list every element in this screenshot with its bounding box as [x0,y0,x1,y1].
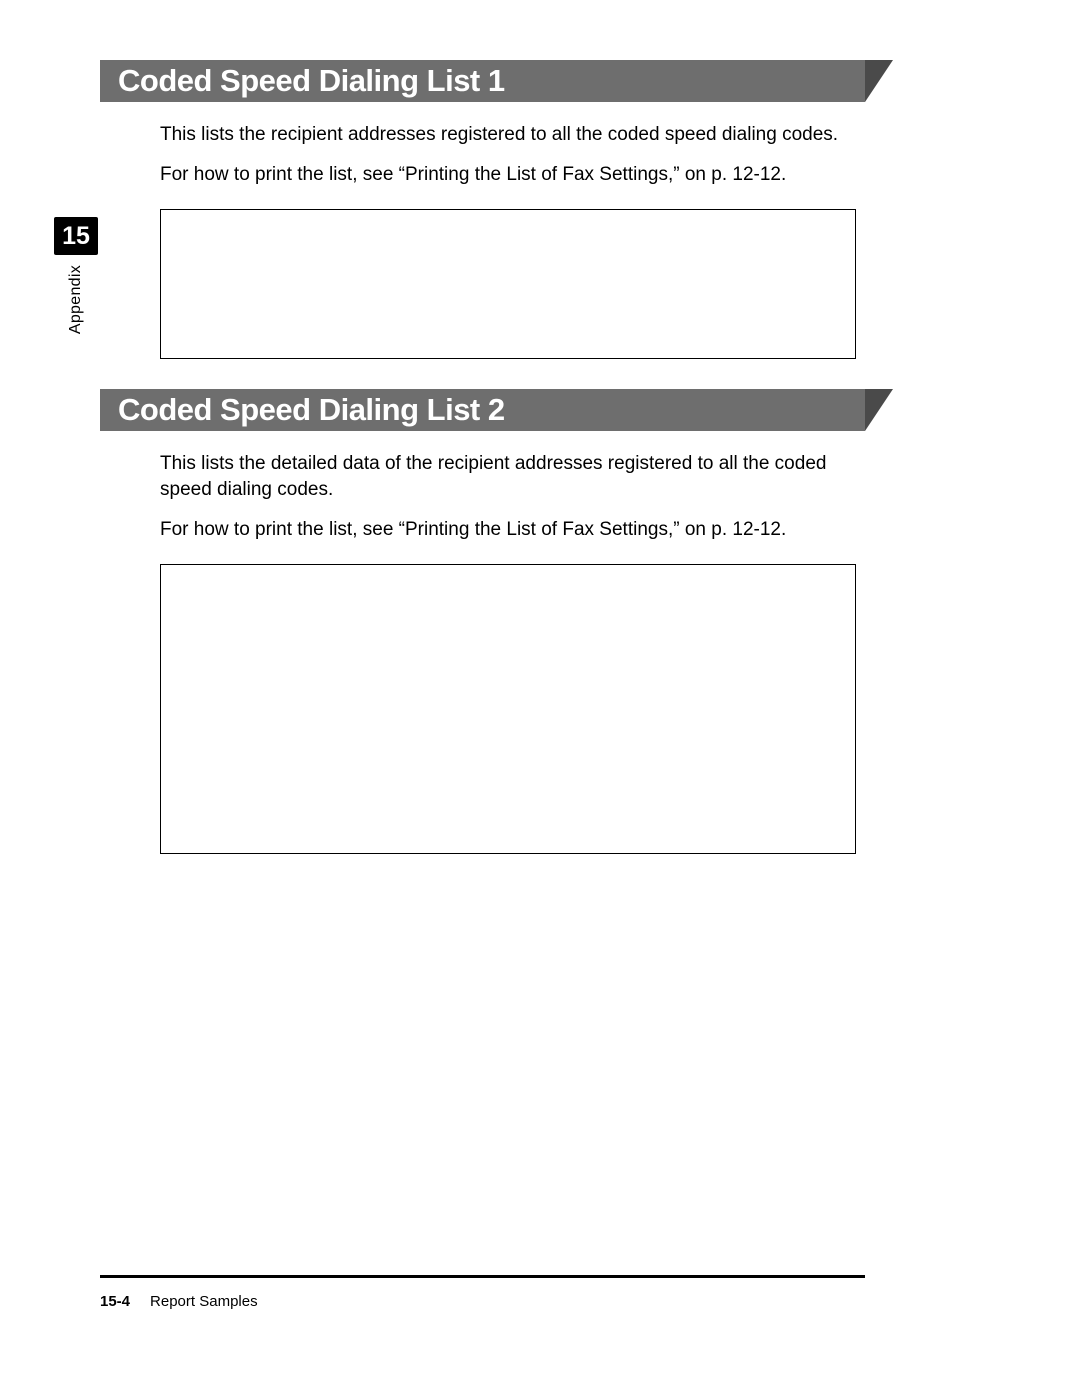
chapter-number: 15 [62,222,90,251]
footer-section-title: Report Samples [150,1293,258,1310]
report-sample-image-1 [160,209,856,359]
section-heading-1-text: Coded Speed Dialing List 1 [100,63,505,99]
report-sample-image-2 [160,564,856,854]
section-2-paragraph-1: This lists the detailed data of the reci… [160,451,860,502]
footer-rule [100,1275,865,1278]
banner-arrow-icon [865,389,893,431]
page-footer: 15-4 Report Samples [100,1275,865,1310]
section-2-paragraph-2: For how to print the list, see “Printing… [160,517,860,543]
footer-content: 15-4 Report Samples [100,1293,865,1310]
chapter-number-box: 15 [54,217,98,255]
page-content: Coded Speed Dialing List 1 This lists th… [0,0,1080,854]
section-1-paragraph-1: This lists the recipient addresses regis… [160,122,860,148]
section-heading-1: Coded Speed Dialing List 1 [100,60,865,102]
footer-page-number: 15-4 [100,1293,130,1310]
chapter-title-vertical: Appendix [67,265,85,334]
section-heading-2: Coded Speed Dialing List 2 [100,389,865,431]
section-heading-2-text: Coded Speed Dialing List 2 [100,392,505,428]
section-1-paragraph-2: For how to print the list, see “Printing… [160,162,860,188]
chapter-side-tab: 15 Appendix [54,217,98,334]
banner-arrow-icon [865,60,893,102]
